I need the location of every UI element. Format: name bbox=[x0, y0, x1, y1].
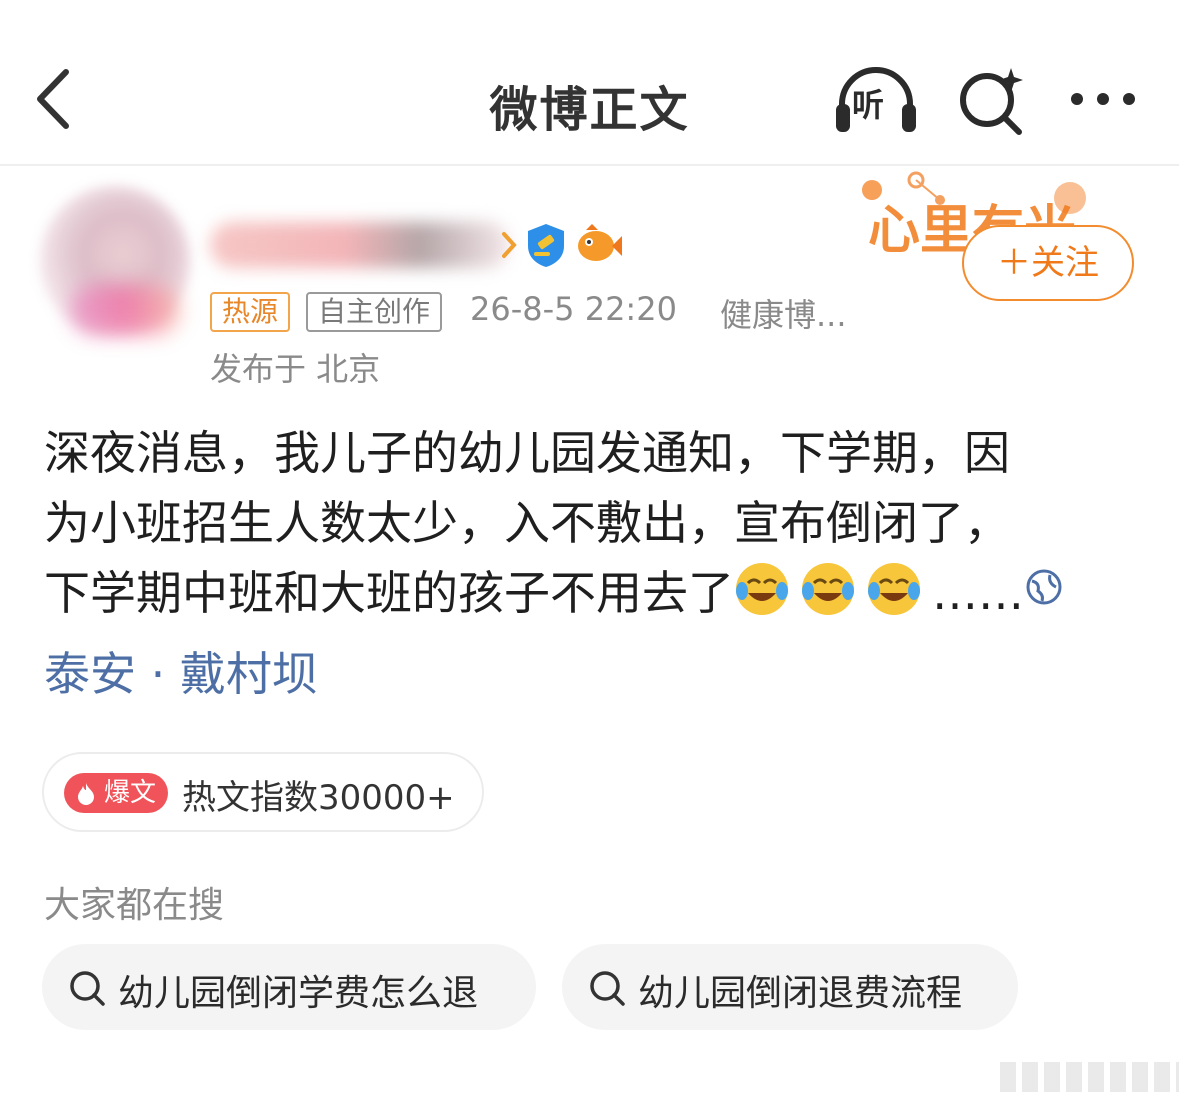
more-dots-icon[interactable] bbox=[1068, 90, 1138, 108]
search-suggestion-chip[interactable]: 幼儿园倒闭学费怎么退 bbox=[42, 944, 536, 1030]
search-sparkle-icon[interactable] bbox=[955, 64, 1027, 136]
post-line-3-text: 下学期中班和大班的孩子不用去了 bbox=[44, 566, 734, 620]
post-line-2: 为小班招生人数太少，入不敷出，宣布倒闭了， bbox=[44, 496, 1010, 550]
flame-icon bbox=[78, 783, 94, 805]
hot-badge-label: 爆文 bbox=[104, 778, 157, 808]
listen-label: 听 bbox=[852, 86, 885, 124]
publish-location: 发布于 北京 bbox=[210, 350, 381, 388]
username-blurred[interactable] bbox=[210, 222, 510, 268]
crying-laughing-emoji bbox=[868, 563, 920, 615]
globe-icon[interactable] bbox=[1024, 567, 1064, 607]
search-suggestion-label: 幼儿园倒闭学费怎么退 bbox=[118, 973, 479, 1014]
verified-icon bbox=[528, 224, 564, 267]
post-source: 健康博... bbox=[720, 296, 847, 334]
chevron-right-icon bbox=[502, 232, 517, 258]
hot-index-pill[interactable]: 爆文 热文指数30000+ bbox=[42, 752, 484, 832]
crying-laughing-emoji bbox=[736, 563, 788, 615]
watermark-decoration bbox=[1000, 1062, 1179, 1092]
follow-button[interactable]: ＋关注 bbox=[962, 225, 1134, 301]
top-bar: 微博正文 听 bbox=[0, 0, 1179, 166]
avatar-blur-overlay bbox=[70, 285, 180, 335]
search-section-heading: 大家都在搜 bbox=[44, 885, 225, 926]
crying-laughing-emoji bbox=[802, 563, 854, 615]
search-suggestion-label: 幼儿园倒闭退费流程 bbox=[638, 973, 963, 1014]
search-suggestion-chip[interactable]: 幼儿园倒闭退费流程 bbox=[562, 944, 1018, 1030]
post-time: 26-8-5 22:20 bbox=[470, 290, 677, 328]
location-tag-link[interactable]: 泰安 · 戴村坝 bbox=[44, 638, 318, 704]
post-ellipsis: …… bbox=[932, 566, 1024, 620]
hot-index-text: 热文指数30000+ bbox=[182, 778, 455, 818]
weibo-post-page: 微博正文 听 热源 自主创作 26-8-5 22:20 健康博... 发布于 北… bbox=[0, 0, 1179, 1106]
tag-original: 自主创作 bbox=[306, 292, 443, 332]
post-line-3: 下学期中班和大班的孩子不用去了 …… bbox=[44, 558, 1144, 628]
search-icon bbox=[70, 971, 105, 1006]
hot-article-badge: 爆文 bbox=[64, 773, 168, 813]
tag-hot-source: 热源 bbox=[210, 292, 291, 332]
post-line-1: 深夜消息，我儿子的幼儿园发通知，下学期，因 bbox=[44, 426, 1010, 480]
post-body: 深夜消息，我儿子的幼儿园发通知，下学期，因 为小班招生人数太少，入不敷出，宣布倒… bbox=[44, 418, 1144, 628]
search-icon bbox=[590, 971, 625, 1006]
fish-icon bbox=[578, 224, 622, 261]
